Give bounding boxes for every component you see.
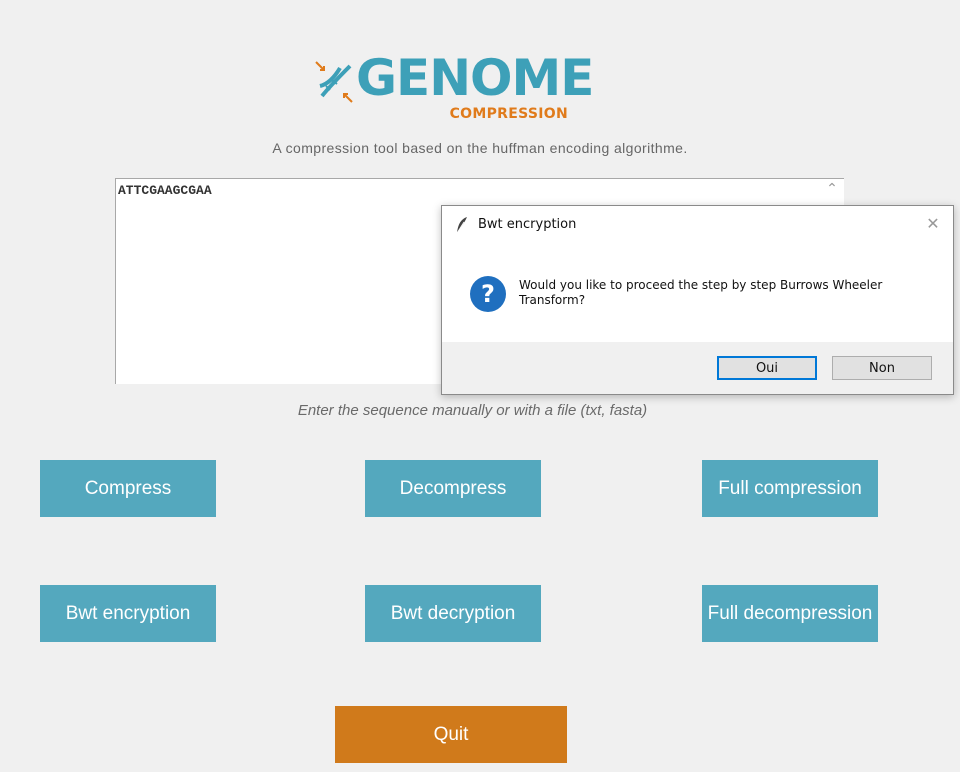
bwt-dialog: Bwt encryption ✕ ? Would you like to pro…	[441, 205, 954, 395]
question-icon: ?	[470, 276, 506, 312]
app-logo: GENOME COMPRESSION	[312, 50, 594, 128]
oui-button[interactable]: Oui	[717, 356, 817, 380]
quit-button[interactable]: Quit	[335, 706, 567, 763]
dialog-footer: Oui Non	[442, 342, 953, 394]
feather-icon	[456, 217, 467, 234]
compress-button[interactable]: Compress	[40, 460, 216, 517]
dialog-message: Would you like to proceed the step by st…	[519, 278, 883, 307]
logo-subtitle: COMPRESSION	[449, 106, 568, 122]
dialog-title: Bwt encryption	[478, 217, 577, 232]
decompress-button[interactable]: Decompress	[365, 460, 541, 517]
sequence-value: ATTCGAAGCGAA	[118, 183, 212, 198]
bwt-encryption-button[interactable]: Bwt encryption	[40, 585, 216, 642]
full-decompression-button[interactable]: Full decompression	[702, 585, 878, 642]
dna-logo-icon	[315, 61, 353, 103]
scroll-up-icon[interactable]: ⌃	[821, 178, 843, 200]
input-hint: Enter the sequence manually or with a fi…	[297, 402, 648, 419]
close-icon[interactable]: ✕	[923, 212, 943, 236]
non-button[interactable]: Non	[832, 356, 932, 380]
logo-title: GENOME	[356, 49, 594, 107]
tagline: A compression tool based on the huffman …	[272, 140, 688, 156]
bwt-decryption-button[interactable]: Bwt decryption	[365, 585, 541, 642]
full-compression-button[interactable]: Full compression	[702, 460, 878, 517]
